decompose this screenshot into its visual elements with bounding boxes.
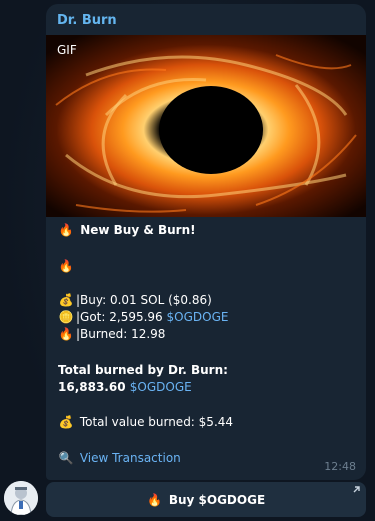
buy-line: 💰 |Buy: 0.01 SOL ($0.86) bbox=[58, 292, 212, 308]
value-text: Total value burned: $5.44 bbox=[79, 415, 234, 429]
view-transaction-link[interactable]: View Transaction bbox=[80, 451, 181, 465]
ticker-link[interactable]: $OGDOGE bbox=[167, 310, 229, 324]
coin-icon: 🪙 bbox=[58, 310, 74, 324]
got-text: |Got: 2,595.96 bbox=[76, 310, 167, 324]
magnifier-icon: 🔍 bbox=[58, 451, 74, 465]
headline-text: New Buy & Burn! bbox=[80, 223, 196, 237]
external-arrow-icon bbox=[353, 486, 360, 493]
value-line: 💰 Total value burned: $5.44 bbox=[58, 414, 234, 430]
money-bag-icon: 💰 bbox=[58, 415, 74, 429]
doctor-avatar-icon bbox=[4, 481, 38, 515]
message-time: 12:48 bbox=[324, 460, 356, 473]
message-bubble: Dr. Burn GIF 🔥 New Buy & Burn! 🔥 💰 |Buy:… bbox=[46, 4, 366, 480]
buy-text: |Buy: 0.01 SOL ($0.86) bbox=[76, 293, 212, 307]
view-transaction-line[interactable]: 🔍 View Transaction bbox=[58, 450, 181, 466]
total-line: 16,883.60 $OGDOGE bbox=[58, 379, 192, 395]
fire-line: 🔥 bbox=[58, 258, 76, 274]
avatar[interactable] bbox=[4, 481, 38, 515]
fire-icon: 🔥 bbox=[58, 327, 74, 341]
fire-icon: 🔥 bbox=[147, 492, 163, 507]
burned-line: 🔥 |Burned: 12.98 bbox=[58, 326, 166, 342]
money-bag-icon: 💰 bbox=[58, 293, 74, 307]
buy-button-label: Buy $OGDOGE bbox=[168, 492, 266, 507]
gif-media[interactable]: GIF bbox=[46, 35, 366, 217]
fire-icon: 🔥 bbox=[58, 259, 74, 273]
gif-badge: GIF bbox=[57, 43, 77, 57]
got-line: 🪙 |Got: 2,595.96 $OGDOGE bbox=[58, 309, 229, 325]
fire-vortex-image bbox=[46, 35, 366, 217]
burned-text: |Burned: 12.98 bbox=[76, 327, 166, 341]
fire-icon: 🔥 bbox=[58, 223, 74, 237]
buy-button[interactable]: 🔥 Buy $OGDOGE bbox=[46, 482, 366, 517]
headline-line: 🔥 New Buy & Burn! bbox=[58, 222, 196, 238]
ticker-link[interactable]: $OGDOGE bbox=[130, 380, 192, 394]
total-value: 16,883.60 bbox=[58, 380, 130, 394]
total-label: Total burned by Dr. Burn: bbox=[58, 363, 228, 377]
sender-name[interactable]: Dr. Burn bbox=[57, 13, 117, 28]
